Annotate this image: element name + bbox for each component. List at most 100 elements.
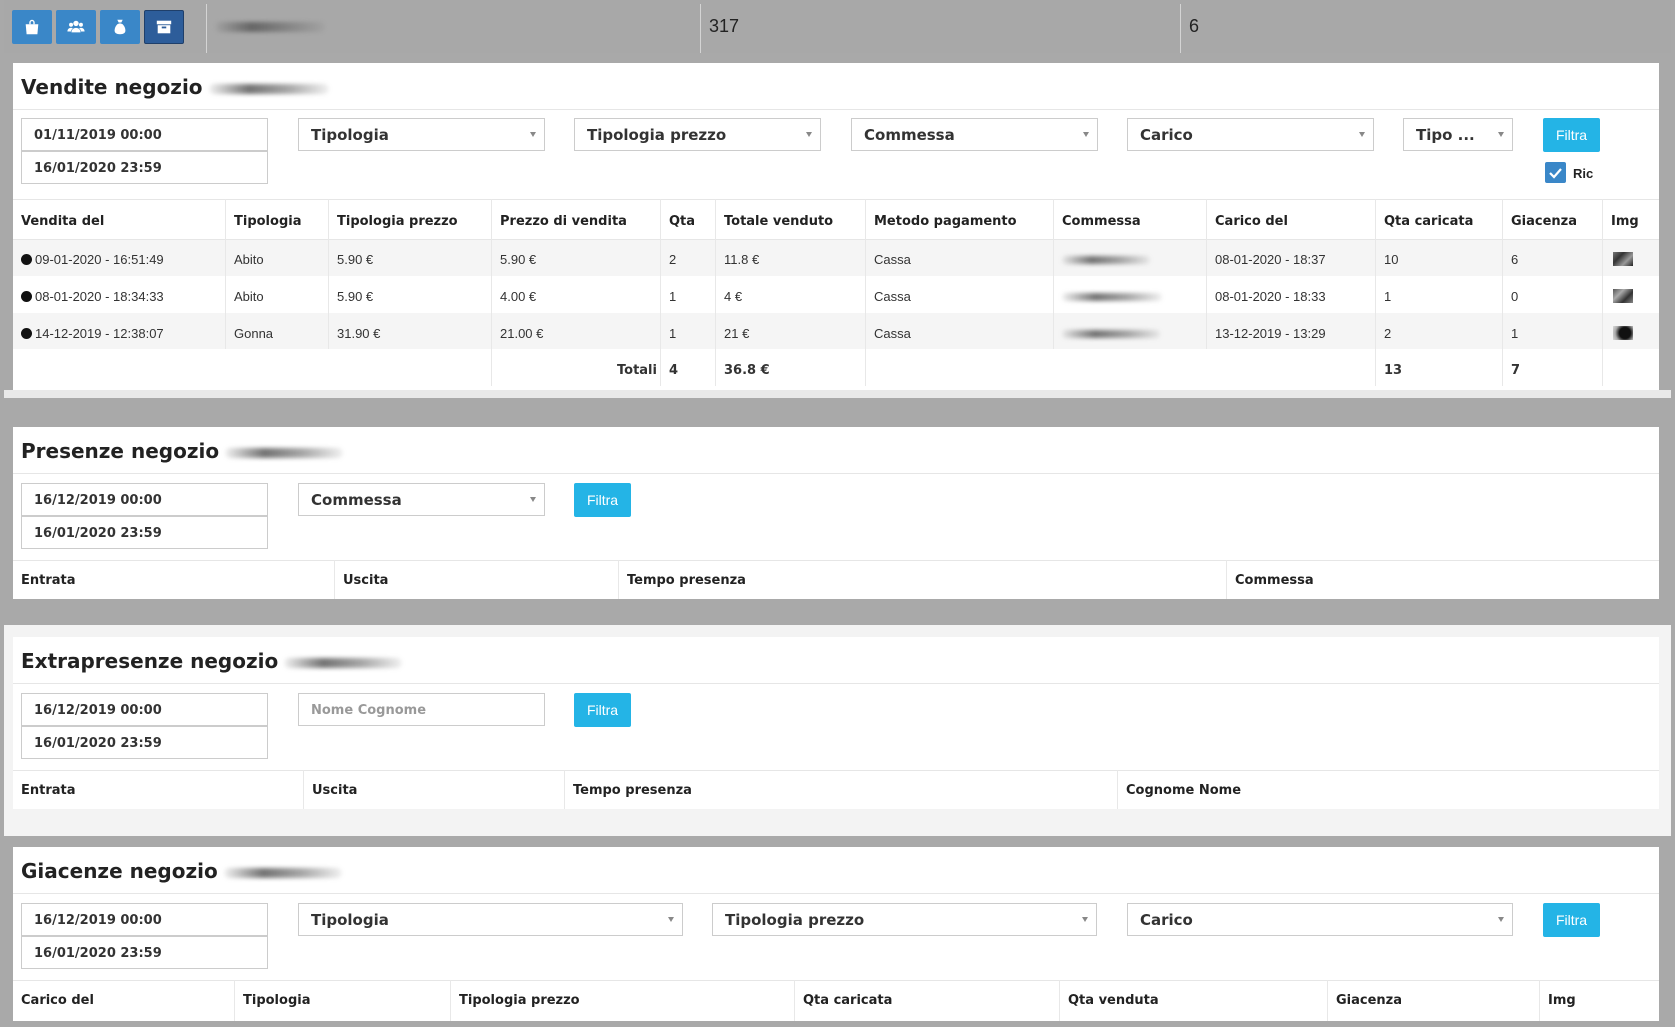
cell-vendita-del: 14-12-2019 - 12:38:07 xyxy=(21,326,164,341)
col-header[interactable]: Metodo pagamento xyxy=(874,214,1017,229)
vendite-tipo-select[interactable]: Tipo ... xyxy=(1403,118,1513,151)
select-label: Carico xyxy=(1140,911,1193,929)
shopping-bag-icon xyxy=(25,19,39,35)
col-header[interactable]: Tempo presenza xyxy=(573,783,692,798)
extrapresenze-panel: Extrapresenze negozio 16/12/2019 00:00 1… xyxy=(13,637,1659,809)
vendite-tipologia-select[interactable]: Tipologia xyxy=(298,118,545,151)
cell-totale: 11.8 € xyxy=(724,252,760,267)
cell-totale: 4 € xyxy=(724,289,743,304)
archive-button[interactable] xyxy=(144,10,184,44)
col-header[interactable]: Vendita del xyxy=(21,214,104,229)
col-header[interactable]: Giacenza xyxy=(1511,214,1577,229)
extrapresenze-filter-button[interactable]: Filtra xyxy=(574,693,631,727)
nome-cognome-input[interactable]: Nome Cognome xyxy=(298,693,545,726)
cell-carico: 08-01-2020 - 18:37 xyxy=(1215,252,1326,267)
cell-vendita-del: 08-01-2020 - 18:34:33 xyxy=(21,289,164,304)
product-thumbnail[interactable] xyxy=(1613,289,1633,303)
giacenze-tipologia-select[interactable]: Tipologia xyxy=(298,903,683,936)
extrapresenze-date-from[interactable]: 16/12/2019 00:00 xyxy=(21,693,268,726)
col-header[interactable]: Giacenza xyxy=(1336,993,1402,1008)
giacenze-tipologia-prezzo-select[interactable]: Tipologia prezzo xyxy=(712,903,1097,936)
vendite-title-text: Vendite negozio xyxy=(21,75,203,99)
col-header: Img xyxy=(1548,993,1576,1008)
redacted-commessa xyxy=(1062,256,1150,264)
presenze-commessa-select[interactable]: Commessa xyxy=(298,483,545,516)
chevron-down-icon xyxy=(530,132,536,137)
chevron-down-icon xyxy=(1498,917,1504,922)
col-header[interactable]: Carico del xyxy=(21,993,94,1008)
cell-giacenza: 1 xyxy=(1511,326,1519,341)
col-header[interactable]: Qta caricata xyxy=(1384,214,1473,229)
vendite-date-from[interactable]: 01/11/2019 00:00 xyxy=(21,118,268,151)
giacenze-filter-button[interactable]: Filtra xyxy=(1543,903,1600,937)
vendite-date-to[interactable]: 16/01/2020 23:59 xyxy=(21,151,268,184)
chevron-down-icon xyxy=(530,497,536,502)
giacenze-title: Giacenze negozio xyxy=(21,859,342,883)
vendite-carico-select[interactable]: Carico xyxy=(1127,118,1374,151)
select-label: Carico xyxy=(1140,126,1193,144)
col-header[interactable]: Uscita xyxy=(312,783,357,798)
col-header[interactable]: Commessa xyxy=(1235,573,1314,588)
money-bag-button[interactable] xyxy=(100,10,140,44)
presenze-date-from[interactable]: 16/12/2019 00:00 xyxy=(21,483,268,516)
giacenze-carico-select[interactable]: Carico xyxy=(1127,903,1513,936)
product-thumbnail[interactable] xyxy=(1613,326,1633,340)
product-thumbnail[interactable] xyxy=(1613,252,1633,266)
select-label: Tipologia prezzo xyxy=(725,911,865,929)
vendite-commessa-select[interactable]: Commessa xyxy=(851,118,1098,151)
col-header[interactable]: Commessa xyxy=(1062,214,1141,229)
cell-text: 08-01-2020 - 18:34:33 xyxy=(35,289,164,304)
shopping-bag-button[interactable] xyxy=(12,10,52,44)
totals-qta-caricata: 13 xyxy=(1384,363,1403,378)
col-header[interactable]: Tipologia prezzo xyxy=(337,214,458,229)
extrapresenze-date-to[interactable]: 16/01/2020 23:59 xyxy=(21,726,268,759)
col-header[interactable]: Tempo presenza xyxy=(627,573,746,588)
redacted-store-name xyxy=(225,447,344,458)
count-cell-1: 317 xyxy=(700,4,1180,53)
col-header[interactable]: Cognome Nome xyxy=(1126,783,1241,798)
col-header[interactable]: Tipologia prezzo xyxy=(459,993,580,1008)
giacenze-date-from[interactable]: 16/12/2019 00:00 xyxy=(21,903,268,936)
presenze-title-text: Presenze negozio xyxy=(21,439,220,463)
presenze-filter-button[interactable]: Filtra xyxy=(574,483,631,517)
col-header[interactable]: Qta venduta xyxy=(1068,993,1159,1008)
cell-commessa xyxy=(1062,252,1150,267)
giacenze-date-to[interactable]: 16/01/2020 23:59 xyxy=(21,936,268,969)
cell-metodo: Cassa xyxy=(874,252,911,267)
chevron-down-icon xyxy=(806,132,812,137)
col-header[interactable]: Entrata xyxy=(21,783,76,798)
col-header[interactable]: Qta xyxy=(669,214,695,229)
col-header[interactable]: Uscita xyxy=(343,573,388,588)
select-label: Tipologia xyxy=(311,126,389,144)
store-name-cell xyxy=(206,4,700,53)
vendite-filter-button[interactable]: Filtra xyxy=(1543,118,1600,152)
redacted-commessa xyxy=(1062,330,1160,338)
col-header[interactable]: Qta caricata xyxy=(803,993,892,1008)
cell-qta: 1 xyxy=(669,326,677,341)
divider xyxy=(4,836,1671,844)
col-header[interactable]: Carico del xyxy=(1215,214,1288,229)
count-value-2: 6 xyxy=(1189,16,1200,36)
redacted-store-name xyxy=(208,83,329,94)
col-header[interactable]: Totale venduto xyxy=(724,214,833,229)
col-header[interactable]: Entrata xyxy=(21,573,76,588)
redacted-store-name xyxy=(284,657,403,668)
totals-label: Totali xyxy=(617,363,657,378)
cell-tipologia-prezzo: 5.90 € xyxy=(337,289,374,304)
cell-carico: 13-12-2019 - 13:29 xyxy=(1215,326,1326,341)
status-dot-icon xyxy=(21,254,32,265)
select-label: Commessa xyxy=(864,126,955,144)
vendite-tipologia-prezzo-select[interactable]: Tipologia prezzo xyxy=(574,118,821,151)
col-header[interactable]: Prezzo di vendita xyxy=(500,214,627,229)
col-header[interactable]: Tipologia xyxy=(234,214,301,229)
presenze-date-to[interactable]: 16/01/2020 23:59 xyxy=(21,516,268,549)
select-label: Tipologia prezzo xyxy=(587,126,727,144)
chevron-down-icon xyxy=(1082,917,1088,922)
totals-totale: 36.8 € xyxy=(724,363,770,378)
users-button[interactable] xyxy=(56,10,96,44)
col-header[interactable]: Tipologia xyxy=(243,993,310,1008)
status-dot-icon xyxy=(21,328,32,339)
cell-metodo: Cassa xyxy=(874,289,911,304)
ric-checkbox[interactable] xyxy=(1545,162,1566,183)
cell-qta: 2 xyxy=(669,252,677,267)
